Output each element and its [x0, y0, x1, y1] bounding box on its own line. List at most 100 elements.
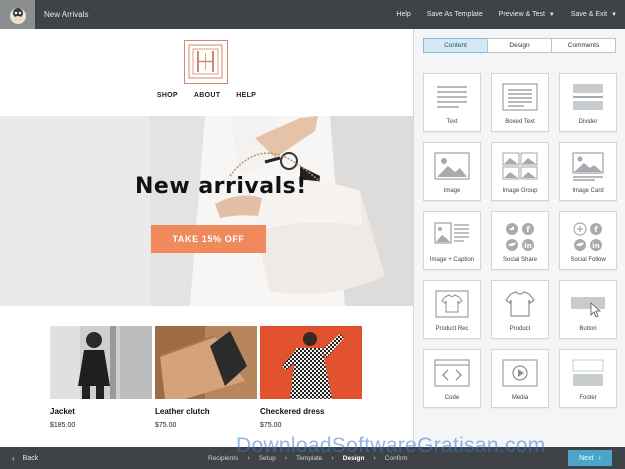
chevron-left-icon: ‹ — [12, 453, 15, 463]
save-as-template-label: Save As Template — [426, 11, 483, 18]
text-block-icon — [437, 86, 467, 108]
chevron-right-icon: › — [598, 454, 601, 462]
product-card-leather-clutch[interactable]: Leather clutch $75.00 — [155, 326, 257, 429]
image-group-block-icon — [502, 152, 538, 180]
save-as-template-button[interactable]: Save As Template — [419, 0, 491, 29]
svg-text:in: in — [524, 242, 531, 250]
block-label: Product Rec — [435, 326, 469, 332]
tab-design[interactable]: Design — [487, 38, 552, 53]
product-grid: Jacket $185.00 Leather clutch $75.00 Che… — [50, 326, 362, 429]
image-caption-block-icon — [434, 222, 469, 244]
svg-text:f: f — [594, 225, 598, 234]
product-price: $75.00 — [155, 422, 177, 429]
email-canvas[interactable]: SHOP ABOUT HELP New arrivals! TAKE 15% O… — [0, 29, 413, 447]
block-image[interactable]: Image — [423, 142, 481, 201]
block-footer[interactable]: Footer — [559, 349, 617, 408]
block-label: Button — [579, 326, 597, 332]
hero-image[interactable]: New arrivals! TAKE 15% OFF — [0, 116, 413, 306]
bottom-bar: ‹ Back Recipients › Setup › Template › D… — [0, 447, 625, 469]
block-boxed-text[interactable]: Boxed Text — [491, 73, 549, 132]
block-product[interactable]: Product — [491, 280, 549, 339]
product-rec-block-icon — [435, 290, 469, 318]
block-social-follow[interactable]: f in Social Follow — [559, 211, 617, 270]
chevron-right-icon: › — [247, 454, 250, 462]
block-label: Image Group — [502, 188, 538, 194]
help-button[interactable]: Help — [388, 0, 418, 29]
chevron-right-icon: › — [331, 454, 334, 462]
divider-block-icon — [573, 84, 603, 110]
tab-content[interactable]: Content — [423, 38, 488, 53]
block-label: Media — [511, 395, 529, 401]
step-breadcrumb: Recipients › Setup › Template › Design ›… — [208, 447, 408, 469]
step-design[interactable]: Design — [343, 455, 365, 462]
product-block-icon — [505, 291, 535, 317]
product-name: Leather clutch — [155, 407, 210, 416]
content-panel: Content Design Comments Text Boxed Text — [413, 29, 625, 447]
block-label: Social Follow — [570, 257, 606, 263]
step-recipients[interactable]: Recipients — [208, 455, 238, 462]
back-button[interactable]: ‹ Back — [12, 454, 38, 463]
hero-photo — [0, 116, 413, 306]
nav-about-link[interactable]: ABOUT — [194, 92, 220, 99]
brand-logo[interactable] — [184, 40, 228, 84]
step-confirm[interactable]: Confirm — [385, 455, 408, 462]
help-label: Help — [396, 11, 411, 18]
image-block-icon — [434, 152, 470, 180]
block-label: Image + Caption — [429, 257, 475, 263]
email-nav: SHOP ABOUT HELP — [0, 92, 413, 99]
block-image-caption[interactable]: Image + Caption — [423, 211, 481, 270]
block-label: Social Share — [502, 257, 538, 263]
image-card-block-icon — [572, 152, 604, 181]
save-exit-label: Save & Exit — [570, 11, 608, 18]
block-label: Footer — [579, 395, 597, 401]
block-divider[interactable]: Divider — [559, 73, 617, 132]
product-image — [50, 326, 152, 399]
media-block-icon — [502, 359, 538, 387]
hero-cta-button[interactable]: TAKE 15% OFF — [151, 225, 266, 253]
footer-block-icon — [572, 359, 604, 386]
nav-help-link[interactable]: HELP — [236, 92, 256, 99]
tab-comments[interactable]: Comments — [551, 38, 616, 53]
product-card-jacket[interactable]: Jacket $185.00 — [50, 326, 152, 429]
block-label: Divider — [578, 119, 598, 125]
preview-test-button[interactable]: Preview & Test ▼ — [491, 0, 563, 29]
block-image-group[interactable]: Image Group — [491, 142, 549, 201]
next-button[interactable]: Next › — [568, 450, 612, 466]
block-media[interactable]: Media — [491, 349, 549, 408]
top-bar: New Arrivals Help Save As Template Previ… — [0, 0, 625, 29]
social-follow-block-icon: f in — [573, 222, 602, 251]
chevron-right-icon: › — [373, 454, 376, 462]
product-image — [155, 326, 257, 399]
chevron-right-icon: › — [284, 454, 288, 462]
next-label: Next — [579, 454, 594, 462]
block-label: Product — [509, 326, 531, 332]
block-button[interactable]: Button — [559, 280, 617, 339]
block-image-card[interactable]: Image Card — [559, 142, 617, 201]
hero-title: New arrivals! — [135, 174, 307, 199]
block-label: Text — [446, 119, 458, 125]
step-setup[interactable]: Setup — [259, 455, 276, 462]
block-product-rec[interactable]: Product Rec — [423, 280, 481, 339]
nav-shop-link[interactable]: SHOP — [157, 92, 178, 99]
back-label: Back — [22, 454, 39, 462]
app-logo-icon[interactable] — [0, 0, 35, 29]
block-label: Image — [443, 188, 461, 194]
block-text[interactable]: Text — [423, 73, 481, 132]
social-share-block-icon: f in — [506, 223, 534, 251]
step-template[interactable]: Template — [296, 455, 322, 462]
button-block-icon — [571, 297, 605, 318]
block-label: Image Card — [572, 188, 604, 194]
preview-test-label: Preview & Test — [498, 11, 545, 18]
block-code[interactable]: Code — [423, 349, 481, 408]
content-blocks-grid: Text Boxed Text Divider Image Image Grou… — [423, 73, 617, 408]
chevron-down-icon: ▼ — [548, 11, 555, 18]
block-social-share[interactable]: f in Social Share — [491, 211, 549, 270]
panel-tabs: Content Design Comments — [423, 38, 616, 53]
block-label: Boxed Text — [505, 119, 535, 125]
product-card-checkered-dress[interactable]: Checkered dress $75.00 — [260, 326, 362, 429]
product-image — [260, 326, 362, 399]
campaign-name: New Arrivals — [44, 10, 89, 19]
svg-text:f: f — [526, 225, 530, 234]
save-exit-button[interactable]: Save & Exit ▼ — [563, 0, 625, 29]
product-price: $185.00 — [50, 422, 76, 429]
